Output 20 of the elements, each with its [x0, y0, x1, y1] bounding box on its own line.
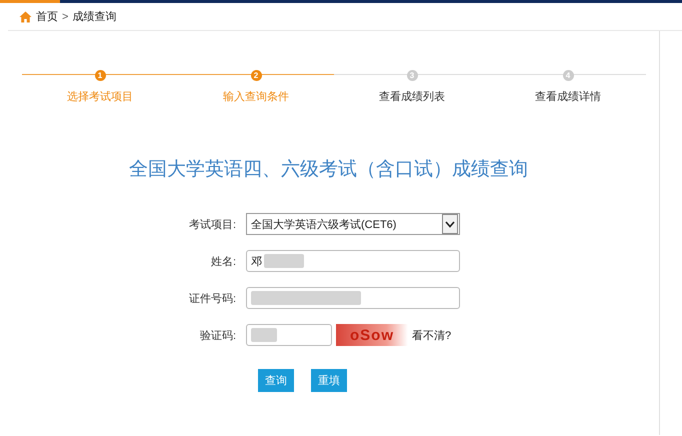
- field-label: 考试项目:: [188, 218, 237, 232]
- breadcrumb-current: 成绩查询: [72, 10, 116, 24]
- input-field[interactable]: [246, 287, 460, 309]
- step-number: 2: [250, 70, 262, 80]
- refresh-link[interactable]: 看不清?: [412, 328, 452, 342]
- captcha-input[interactable]: [246, 324, 332, 346]
- home-icon[interactable]: [19, 10, 32, 22]
- step-label: 查看成绩列表: [379, 90, 445, 104]
- step-number: 1: [94, 70, 106, 80]
- home-link[interactable]: 首页: [36, 9, 58, 24]
- exam-select[interactable]: 全国大学英语六级考试(CET6): [246, 213, 460, 235]
- step-label: 选择考试项目: [67, 90, 133, 104]
- breadcrumb-separator: >: [62, 10, 68, 22]
- field-label: 证件号码:: [188, 292, 237, 306]
- field-label: 姓名:: [210, 254, 237, 268]
- input-field[interactable]: 邓: [246, 250, 460, 272]
- field-label: 验证码:: [198, 328, 237, 342]
- page-title: 全国大学英语四、六级考试（含口试）成绩查询: [128, 158, 529, 182]
- step-label: 输入查询条件: [223, 90, 289, 104]
- step-label: 查看成绩详情: [535, 90, 601, 104]
